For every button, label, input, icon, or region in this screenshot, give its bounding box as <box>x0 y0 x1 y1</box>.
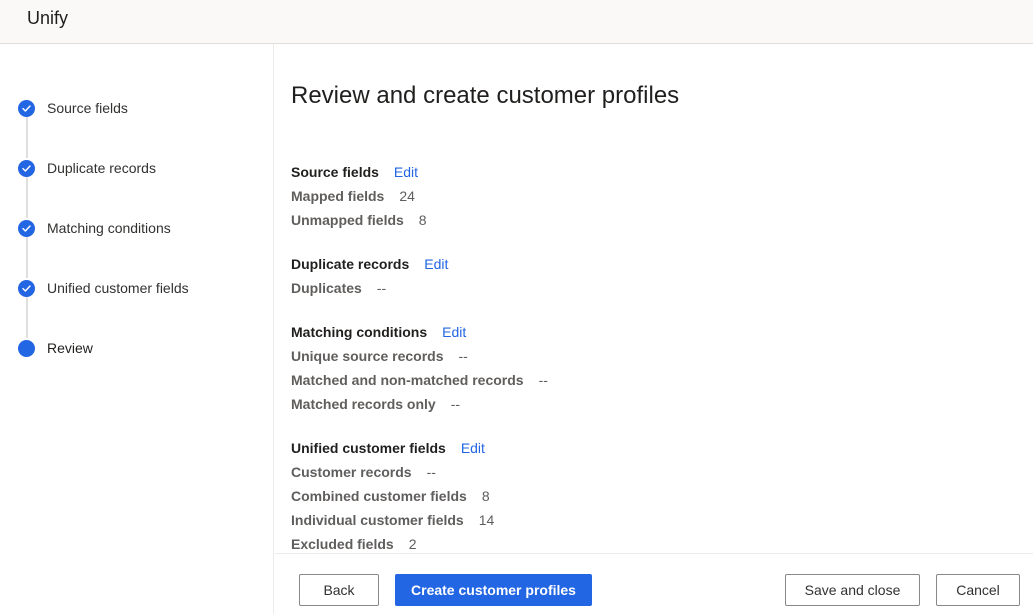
section-title: Source fields <box>291 164 379 180</box>
step-navigation: Source fields Duplicate records Matching… <box>0 44 274 614</box>
section-source-fields: Source fields Edit Mapped fields 24 Unma… <box>291 160 427 232</box>
section-title: Unified customer fields <box>291 440 446 456</box>
filled-circle-icon <box>18 339 35 357</box>
edit-source-fields-link[interactable]: Edit <box>394 164 418 180</box>
row-value: 24 <box>399 188 415 204</box>
summary-row: Combined customer fields 8 <box>291 484 494 508</box>
summary-row: Duplicates -- <box>291 276 448 300</box>
row-value: -- <box>450 396 461 412</box>
step-label: Review <box>47 340 93 356</box>
app-title: Unify <box>27 8 69 28</box>
step-unified-customer-fields[interactable]: Unified customer fields <box>18 278 189 298</box>
summary-row: Mapped fields 24 <box>291 184 427 208</box>
edit-unified-customer-fields-link[interactable]: Edit <box>461 440 485 456</box>
row-value: 2 <box>408 536 417 552</box>
step-label: Matching conditions <box>47 220 171 236</box>
row-value: 8 <box>481 488 490 504</box>
step-connector <box>26 117 28 158</box>
row-value: 14 <box>478 512 495 528</box>
row-label: Matched records only <box>291 396 436 412</box>
check-circle-icon <box>18 279 35 297</box>
row-value: -- <box>426 464 436 480</box>
row-value: -- <box>538 372 548 388</box>
section-unified-customer-fields: Unified customer fields Edit Customer re… <box>291 436 494 556</box>
summary-row: Unmapped fields 8 <box>291 208 427 232</box>
step-matching-conditions[interactable]: Matching conditions <box>18 218 171 238</box>
app-header: Unify <box>0 0 1033 44</box>
row-label: Individual customer fields <box>291 512 464 528</box>
summary-row: Customer records -- <box>291 460 494 484</box>
check-circle-icon <box>18 99 35 117</box>
summary-row: Individual customer fields 14 <box>291 508 494 532</box>
back-button[interactable]: Back <box>299 574 379 606</box>
row-value: -- <box>376 280 387 296</box>
section-matching-conditions: Matching conditions Edit Unique source r… <box>291 320 548 416</box>
row-label: Unique source records <box>291 348 444 364</box>
section-title: Matching conditions <box>291 324 428 340</box>
check-circle-icon <box>18 159 35 177</box>
step-label: Source fields <box>47 100 128 116</box>
row-label: Duplicates <box>291 280 362 296</box>
step-source-fields[interactable]: Source fields <box>18 98 128 118</box>
create-customer-profiles-button[interactable]: Create customer profiles <box>395 574 592 606</box>
row-label: Matched and non-matched records <box>291 372 524 388</box>
row-label: Customer records <box>291 464 412 480</box>
row-label: Unmapped fields <box>291 212 404 228</box>
step-connector <box>26 237 28 278</box>
step-label: Duplicate records <box>47 160 156 176</box>
section-duplicate-records: Duplicate records Edit Duplicates -- <box>291 252 448 300</box>
cancel-button[interactable]: Cancel <box>936 574 1020 606</box>
summary-row: Unique source records -- <box>291 344 548 368</box>
review-panel: Review and create customer profiles Sour… <box>275 44 1033 553</box>
step-label: Unified customer fields <box>47 280 189 296</box>
row-value: -- <box>458 348 468 364</box>
step-connector <box>26 177 28 218</box>
action-bar: Back Create customer profiles Save and c… <box>275 553 1033 614</box>
edit-matching-conditions-link[interactable]: Edit <box>442 324 466 340</box>
section-title: Duplicate records <box>291 256 410 272</box>
step-connector <box>26 297 28 338</box>
summary-row: Matched records only -- <box>291 392 548 416</box>
page-title: Review and create customer profiles <box>291 82 680 109</box>
row-label: Excluded fields <box>291 536 394 552</box>
save-and-close-button[interactable]: Save and close <box>785 574 920 606</box>
row-label: Mapped fields <box>291 188 385 204</box>
row-label: Combined customer fields <box>291 488 467 504</box>
summary-row: Matched and non-matched records -- <box>291 368 548 392</box>
row-value: 8 <box>418 212 427 228</box>
edit-duplicate-records-link[interactable]: Edit <box>424 256 448 272</box>
check-circle-icon <box>18 219 35 237</box>
step-review[interactable]: Review <box>18 338 93 358</box>
step-duplicate-records[interactable]: Duplicate records <box>18 158 156 178</box>
